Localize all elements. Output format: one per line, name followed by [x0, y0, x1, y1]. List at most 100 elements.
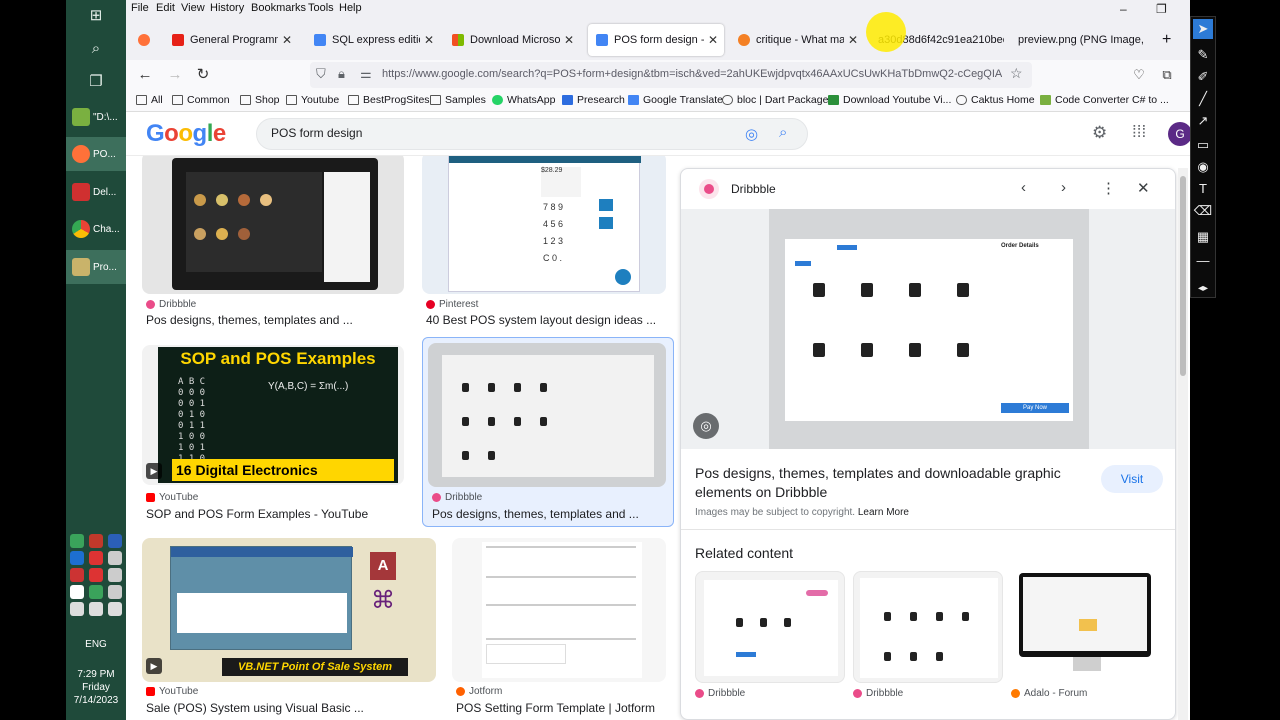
battery-icon[interactable]	[108, 568, 122, 582]
result-title-4[interactable]: Pos designs, themes, templates and ...	[432, 507, 639, 521]
result-source-4[interactable]: Dribbble	[432, 492, 482, 503]
related-image-3[interactable]	[1011, 571, 1161, 683]
bookmark-download-youtube[interactable]: Download Youtube Vi...	[828, 94, 951, 106]
panel-source[interactable]: Dribbble	[731, 182, 776, 196]
pocket-icon[interactable]: ♡	[1128, 65, 1150, 85]
taskbar-app-project[interactable]: Pro...	[66, 250, 126, 284]
search-input[interactable]	[271, 126, 711, 140]
google-logo[interactable]: Google	[146, 120, 226, 148]
tray-app-icon[interactable]	[70, 551, 84, 565]
volume-icon[interactable]	[108, 585, 122, 599]
lens-icon[interactable]: ◎	[745, 125, 758, 143]
result-title-5[interactable]: Sale (POS) System using Visual Basic ...	[146, 701, 364, 715]
tray-app-icon[interactable]	[108, 551, 122, 565]
search-icon[interactable]: ⌕	[779, 124, 787, 141]
expand-toolbar-icon[interactable]: ◂▸	[1193, 279, 1213, 299]
arrow-tool-icon[interactable]: ↗	[1193, 111, 1213, 131]
keyboard-icon[interactable]	[89, 602, 103, 616]
eraser-tool-icon[interactable]: ⌫	[1193, 201, 1213, 221]
close-tab-icon[interactable]: ✕	[424, 33, 434, 47]
taskbar-app-firefox[interactable]: PO...	[66, 137, 126, 171]
panel-scrollbar[interactable]	[1178, 168, 1188, 720]
url-text[interactable]: https://www.google.com/search?q=POS+form…	[382, 68, 1002, 80]
forward-icon[interactable]: →	[164, 65, 186, 85]
result-source-6[interactable]: Jotform	[456, 686, 502, 697]
tray-app-icon[interactable]	[89, 551, 103, 565]
close-tab-icon[interactable]: ✕	[708, 33, 718, 47]
bookmark-folder-youtube[interactable]: Youtube	[286, 94, 339, 106]
address-bar[interactable]: ⛉ 🔒︎ ⚌ https://www.google.com/search?q=P…	[310, 62, 1032, 88]
security-icon[interactable]	[89, 585, 103, 599]
microphone-icon[interactable]	[108, 602, 122, 616]
related-image-2[interactable]	[853, 571, 1003, 683]
close-icon[interactable]: ✕	[1137, 179, 1150, 197]
result-image-3[interactable]: SOP and POS Examples A B C0 0 00 0 10 1 …	[142, 345, 404, 485]
taskbar-app-chrome[interactable]: Cha...	[66, 212, 126, 246]
back-icon[interactable]: ←	[134, 65, 156, 85]
clock[interactable]: 7:29 PM Friday 7/14/2023	[66, 668, 126, 707]
menu-history[interactable]: History	[210, 2, 244, 14]
pointer-tool-icon[interactable]: ➤	[1193, 19, 1213, 39]
reload-icon[interactable]: ↻	[192, 65, 214, 85]
avatar[interactable]: G	[1168, 122, 1190, 146]
search-box[interactable]: ◎ ⌕	[256, 118, 808, 150]
bookmark-folder-shop[interactable]: Shop	[240, 94, 280, 106]
result-image-4[interactable]	[428, 343, 666, 487]
tab-critique[interactable]: critique - What makes ✕	[730, 24, 864, 56]
bookmark-star-icon[interactable]: ☆	[1010, 65, 1023, 82]
tab-preview-png[interactable]: preview.png (PNG Image,	[1010, 24, 1146, 56]
result-title-2[interactable]: 40 Best POS system layout design ideas .…	[426, 313, 656, 327]
close-tab-icon[interactable]: ✕	[848, 33, 858, 47]
permissions-icon[interactable]: ⚌	[360, 66, 372, 82]
result-image-1[interactable]	[142, 152, 404, 294]
visit-button[interactable]: Visit	[1101, 465, 1163, 493]
highlighter-tool-icon[interactable]: ✐	[1193, 67, 1213, 87]
wifi-icon[interactable]	[70, 602, 84, 616]
checker-tool-icon[interactable]: ▦	[1193, 227, 1213, 247]
search-icon[interactable]: ⌕	[66, 40, 126, 57]
scrollbar-thumb[interactable]	[1180, 176, 1186, 376]
result-title-1[interactable]: Pos designs, themes, templates and ...	[146, 313, 353, 327]
panel-title[interactable]: Pos designs, themes, templates and downl…	[695, 464, 1085, 502]
bookmark-caktus-home[interactable]: Caktus Home	[956, 94, 1035, 106]
menu-tools[interactable]: Tools	[308, 2, 334, 14]
related-image-1[interactable]	[695, 571, 845, 683]
flag-icon[interactable]	[70, 585, 84, 599]
menu-view[interactable]: View	[181, 2, 205, 14]
extensions-icon[interactable]: ⧉	[1156, 65, 1178, 85]
google-lens-icon[interactable]: ◎	[693, 413, 719, 439]
result-title-6[interactable]: POS Setting Form Template | Jotform	[456, 701, 655, 715]
line-tool-icon[interactable]: ╱	[1193, 89, 1213, 109]
previous-icon[interactable]: ‹	[1021, 179, 1026, 196]
menu-file[interactable]: File	[131, 2, 149, 14]
result-source-2[interactable]: Pinterest	[426, 299, 478, 310]
learn-more-link[interactable]: Learn More	[858, 507, 909, 518]
line-width-icon[interactable]: —	[1193, 251, 1213, 271]
taskbar-app-notepad[interactable]: "D:\...	[66, 100, 126, 134]
result-source-1[interactable]: Dribbble	[146, 299, 196, 310]
bookmark-bloc-dart[interactable]: bloc | Dart Package	[722, 94, 828, 106]
text-tool-icon[interactable]: T	[1193, 179, 1213, 199]
tab-pos-form-design[interactable]: POS form design - Go ✕	[588, 24, 724, 56]
tab-download-microsoft[interactable]: Download Microsoft® ✕	[444, 24, 580, 56]
related-source-2[interactable]: Dribbble	[853, 688, 903, 699]
menu-help[interactable]: Help	[339, 2, 362, 14]
pen-tool-icon[interactable]: ✎	[1193, 45, 1213, 65]
result-image-6[interactable]	[452, 538, 666, 682]
apps-grid-icon[interactable]: ⁞⁞⁞	[1132, 122, 1146, 142]
tray-app-icon[interactable]	[89, 568, 103, 582]
result-image-5[interactable]: A ⌘ VB.NET Point Of Sale System ▶	[142, 538, 436, 682]
result-source-3[interactable]: YouTube	[146, 492, 198, 503]
preview-image-area[interactable]: Order Details Pay Now ◎	[681, 209, 1175, 449]
color-palette-icon[interactable]: ◉	[1193, 157, 1213, 177]
rectangle-tool-icon[interactable]: ▭	[1193, 135, 1213, 155]
bookmark-folder-common[interactable]: Common	[172, 94, 230, 106]
close-tab-icon[interactable]: ✕	[282, 33, 292, 47]
menu-bookmarks[interactable]: Bookmarks	[251, 2, 306, 14]
related-source-3[interactable]: Adalo - Forum	[1011, 688, 1087, 699]
language-indicator[interactable]: ENG	[66, 638, 126, 651]
tray-app-icon[interactable]	[108, 534, 122, 548]
bookmark-presearch[interactable]: Presearch	[562, 94, 625, 106]
tray-app-icon[interactable]	[70, 534, 84, 548]
windows-start-icon[interactable]: ⊞	[66, 6, 126, 24]
